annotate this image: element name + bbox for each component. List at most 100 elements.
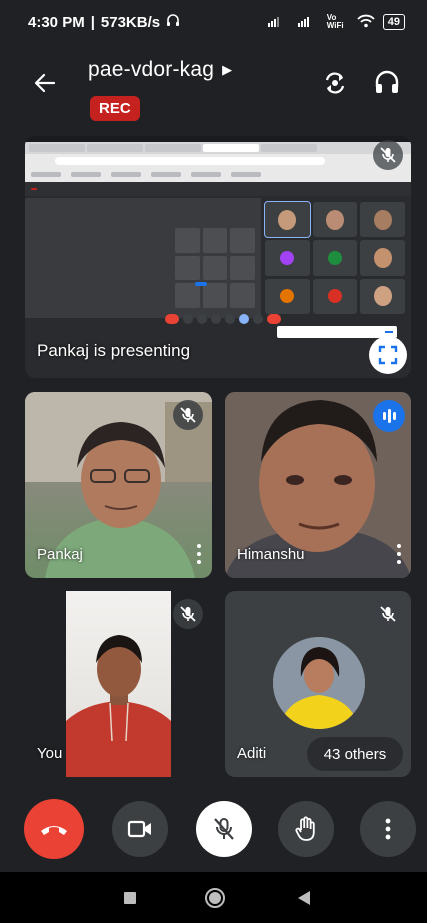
shared-bookmark [231, 172, 261, 177]
shared-cell [360, 202, 405, 238]
arrow-left-icon [34, 73, 56, 93]
status-right: Vo WiFi 49 [267, 14, 405, 31]
shared-tab [29, 144, 85, 152]
end-call-button[interactable] [24, 799, 84, 859]
shared-cell [312, 202, 358, 238]
shared-control [197, 314, 207, 324]
shared-stop-presenting-button [195, 282, 207, 286]
participant-name: Himanshu [237, 546, 305, 563]
audio-bar [382, 412, 386, 420]
status-bar: 4:30 PM | 573KB/s Vo WiFi 49 [0, 0, 427, 44]
shared-participant-grid [264, 200, 405, 314]
audio-bar [392, 412, 396, 420]
shared-avatar [327, 289, 342, 304]
shared-bookmark [31, 172, 61, 177]
dot [397, 544, 401, 548]
participant-tile-himanshu[interactable]: Himanshu [225, 392, 411, 578]
more-options-button[interactable] [360, 801, 416, 857]
home-button[interactable] [203, 886, 227, 910]
dot [197, 552, 201, 556]
headset-status-icon [166, 13, 180, 31]
himanshu-more-button[interactable] [393, 544, 405, 564]
shared-bookmark [71, 172, 101, 177]
inner-cell [230, 283, 255, 308]
shared-cell [264, 200, 311, 239]
shared-avatar [280, 289, 295, 304]
shared-inner-view [25, 198, 261, 318]
shared-face [373, 247, 392, 268]
hang-up-icon [41, 826, 67, 835]
inner-cell [202, 228, 228, 253]
participant-tile-aditi[interactable]: Aditi 43 others [225, 591, 411, 777]
shared-tab [203, 144, 259, 152]
camera-toggle-button[interactable] [112, 801, 168, 857]
shared-cell [312, 278, 358, 314]
others-count-chip[interactable]: 43 others [307, 737, 403, 771]
shared-avatar [280, 250, 295, 265]
inner-cell [230, 228, 255, 253]
status-divider: | [90, 13, 95, 31]
audio-output-button[interactable] [372, 68, 402, 98]
self-mute-indicator [173, 599, 203, 629]
switch-camera-button[interactable] [320, 68, 350, 98]
home-icon [205, 888, 225, 908]
shared-cell [312, 240, 358, 276]
raise-hand-icon [295, 816, 315, 841]
shared-face [373, 209, 392, 230]
self-video [66, 591, 171, 777]
self-video-person [66, 635, 171, 777]
aditi-avatar-photo [273, 637, 365, 729]
shared-controls [165, 314, 281, 324]
call-controls [0, 795, 427, 865]
shared-control [165, 314, 179, 324]
audio-bar [387, 409, 391, 423]
shared-face [325, 209, 344, 230]
signal-2-icon [297, 15, 319, 30]
raise-hand-button[interactable] [278, 801, 334, 857]
aditi-mute-indicator [373, 599, 403, 629]
shared-browser-bar [25, 142, 411, 182]
mic-off-icon [380, 606, 396, 622]
mic-off-icon [180, 606, 196, 622]
back-nav-button[interactable] [292, 886, 316, 910]
recents-icon [124, 892, 136, 904]
speaking-indicator [373, 400, 405, 432]
meeting-header: pae-vdor-kag ▶ REC [0, 52, 427, 132]
presenter-label: Pankaj is presenting [37, 341, 191, 360]
inner-cell [202, 255, 228, 281]
mic-off-icon [214, 818, 234, 840]
aditi-avatar [273, 637, 365, 729]
shared-meet-bar [25, 182, 411, 196]
shared-cell [360, 240, 405, 276]
pankaj-more-button[interactable] [193, 544, 205, 564]
back-button[interactable] [30, 68, 60, 98]
inner-cell [175, 228, 200, 253]
fullscreen-button[interactable] [369, 336, 407, 374]
shared-control [239, 314, 249, 324]
status-left: 4:30 PM | 573KB/s [28, 13, 180, 31]
android-nav-bar [0, 872, 427, 923]
recents-button[interactable] [118, 886, 142, 910]
mic-toggle-button[interactable] [196, 801, 252, 857]
participant-tile-pankaj[interactable]: Pankaj [25, 392, 212, 578]
participant-name: Aditi [237, 745, 267, 762]
shared-tab [87, 144, 143, 152]
participant-tile-you[interactable]: You [25, 591, 212, 777]
shared-notice [277, 326, 397, 338]
pankaj-mute-indicator [173, 400, 203, 430]
status-speed: 573KB/s [100, 13, 161, 31]
shared-avatar [327, 250, 342, 265]
switch-camera-icon [325, 72, 345, 94]
shared-control [267, 314, 281, 324]
shared-control [211, 314, 221, 324]
shared-control [253, 314, 263, 324]
shared-url-bar [55, 157, 325, 165]
shared-cell [265, 278, 310, 314]
back-triangle-icon [298, 891, 310, 905]
presentation-tile[interactable]: Pankaj is presenting [25, 136, 411, 378]
dot [197, 544, 201, 548]
shared-cell [265, 240, 310, 276]
participant-name: You [37, 745, 63, 762]
dot [397, 560, 401, 564]
meeting-title-button[interactable]: pae-vdor-kag ▶ [88, 58, 232, 82]
